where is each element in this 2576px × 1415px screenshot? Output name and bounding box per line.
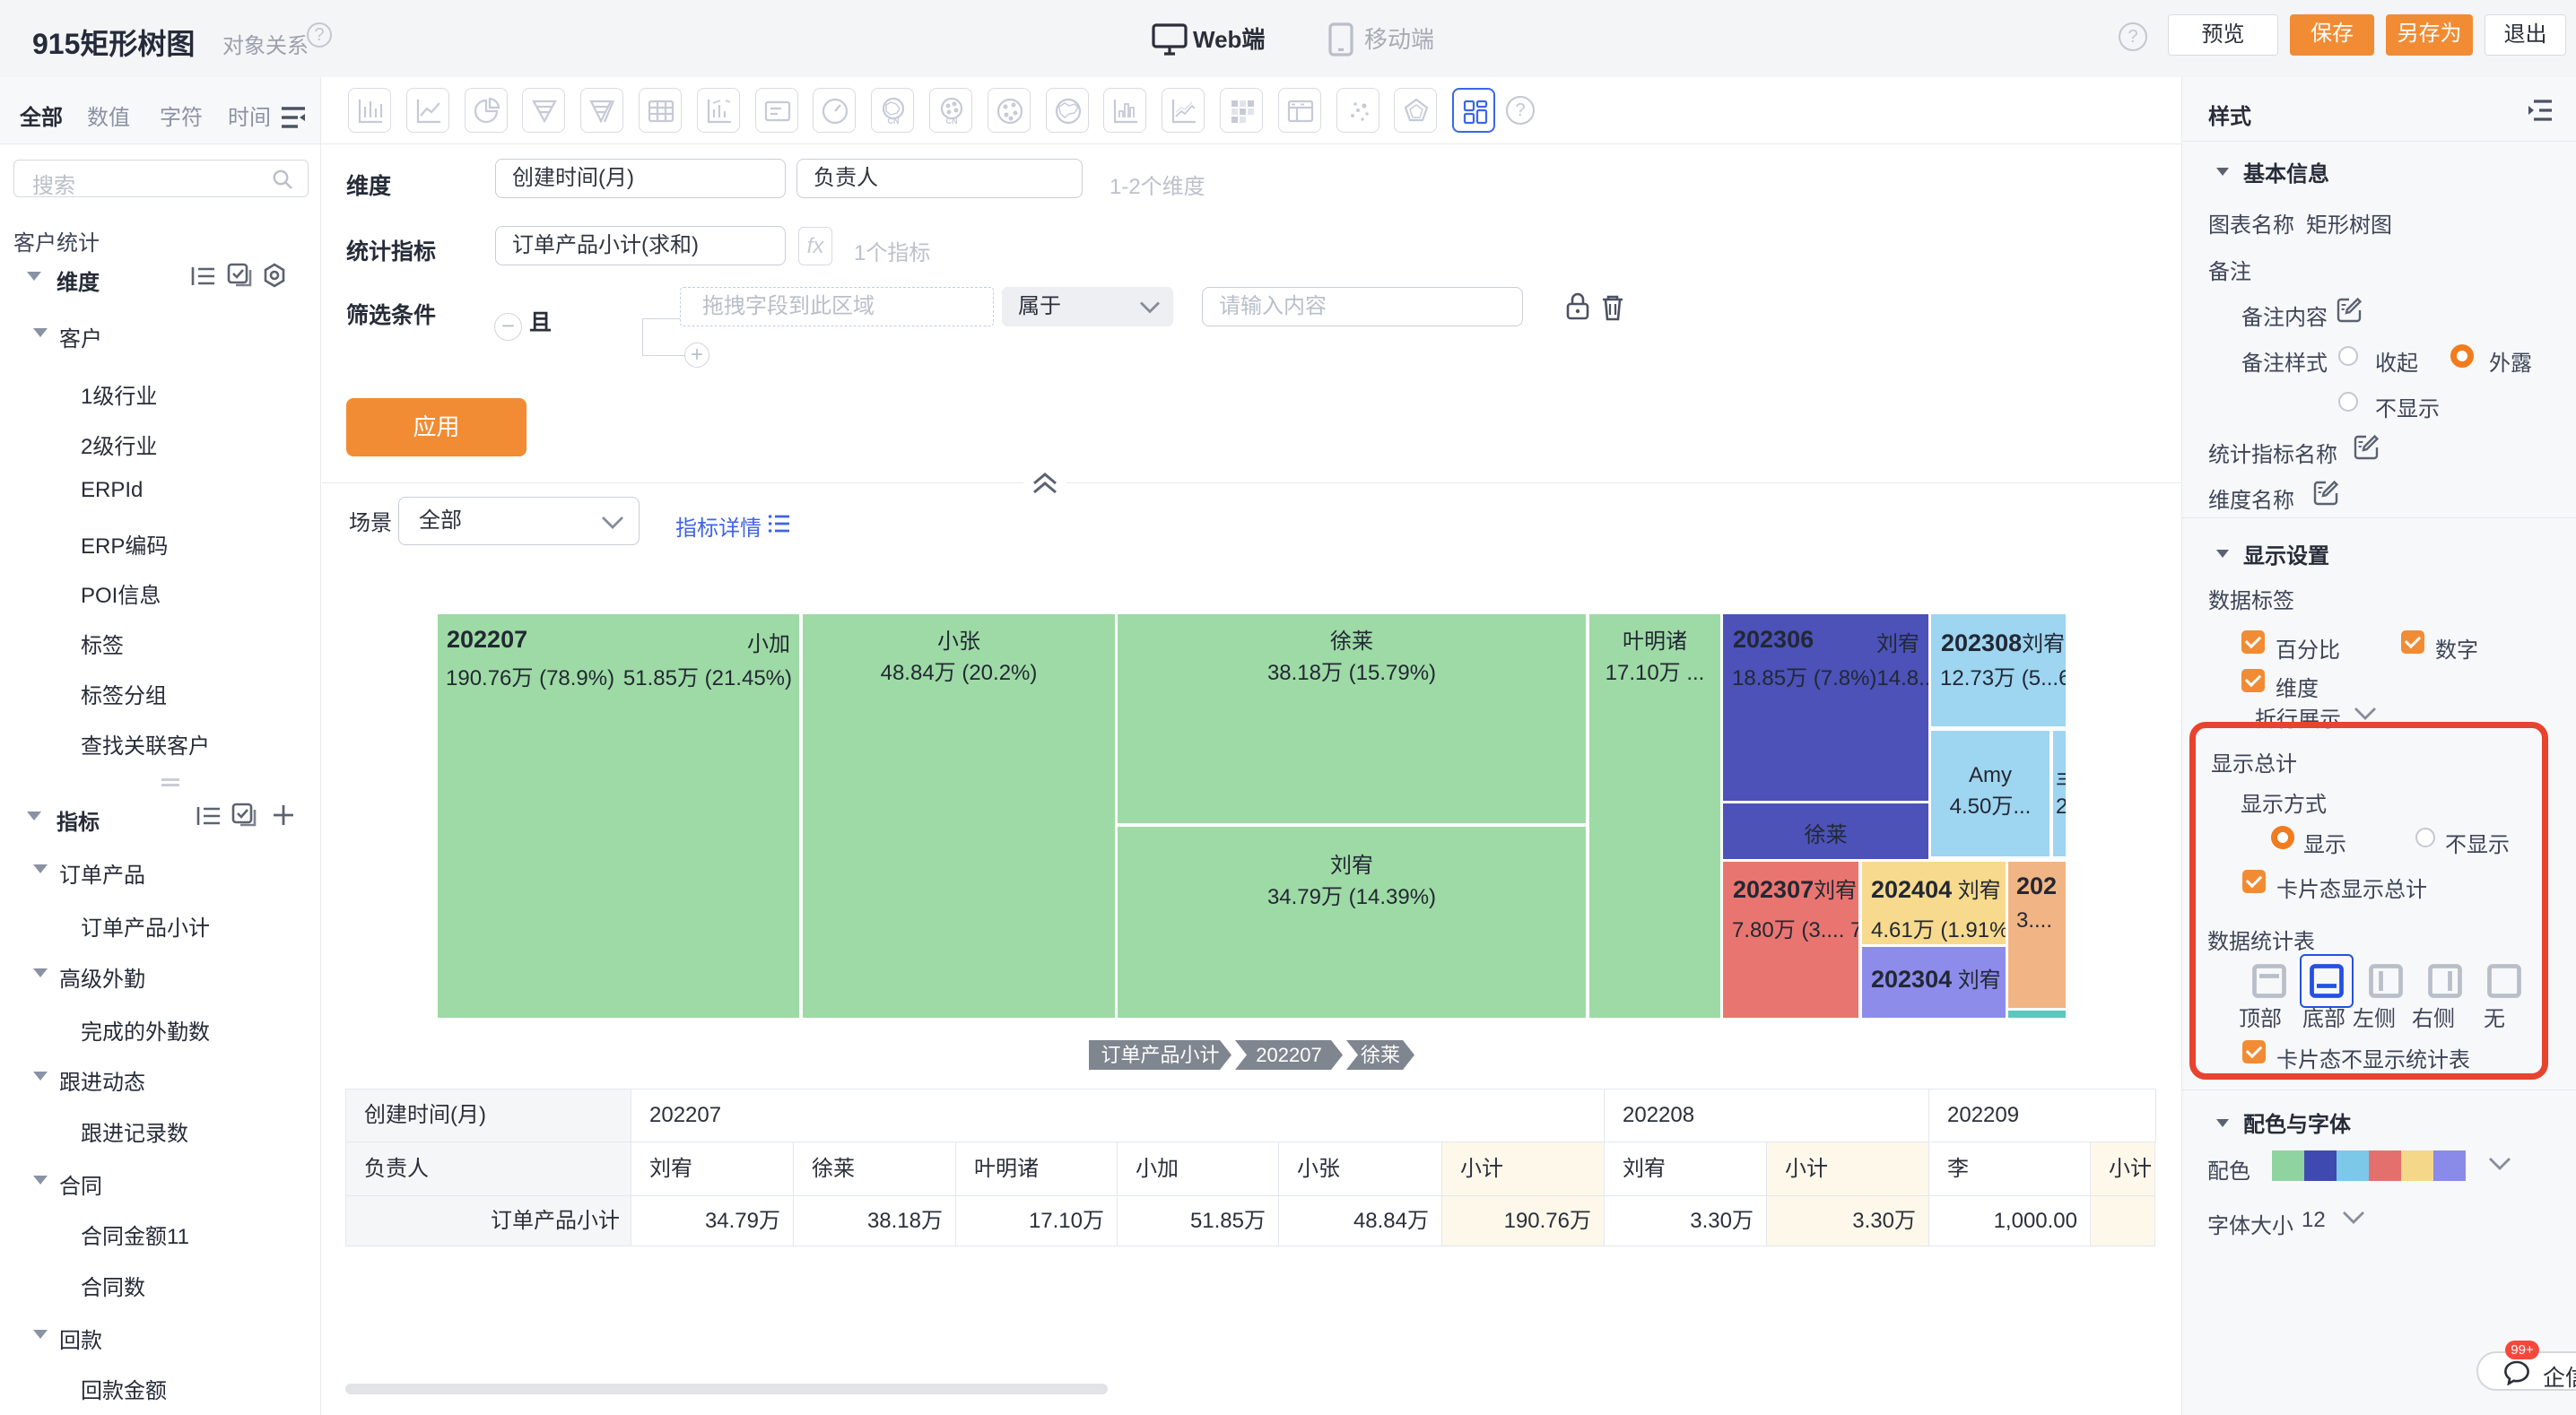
svg-text:CN: CN	[888, 117, 900, 126]
svg-text:CN: CN	[946, 117, 958, 126]
